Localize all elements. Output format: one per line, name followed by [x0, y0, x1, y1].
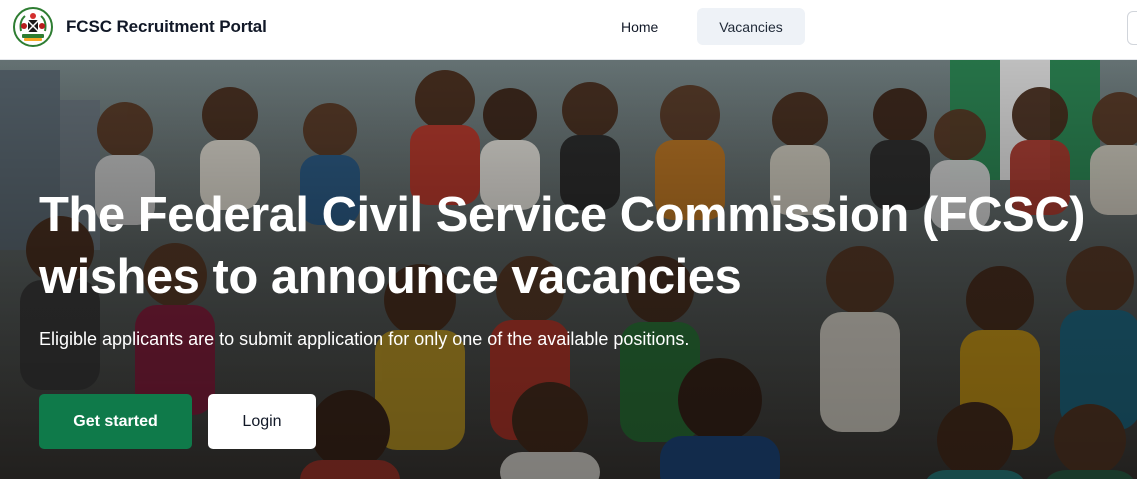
coat-of-arms-logo-icon[interactable]	[13, 7, 53, 47]
login-button[interactable]: Login	[208, 394, 316, 449]
hero-section: The Federal Civil Service Commission (FC…	[0, 60, 1137, 479]
nav-home-link[interactable]: Home	[603, 8, 676, 45]
hero-headline: The Federal Civil Service Commission (FC…	[39, 184, 1099, 308]
portal-title[interactable]: FCSC Recruitment Portal	[66, 17, 267, 37]
hero-subtext: Eligible applicants are to submit applic…	[39, 329, 690, 349]
hero-headline-line-1: The Federal Civil Service Commission (FC…	[39, 188, 1085, 242]
get-started-button[interactable]: Get started	[39, 394, 192, 449]
header-action-button[interactable]	[1127, 11, 1137, 45]
nav-vacancies-link[interactable]: Vacancies	[697, 8, 805, 45]
hero-headline-line-2: wishes to announce vacancies	[39, 250, 742, 304]
top-navbar: FCSC Recruitment Portal Home Vacancies	[0, 0, 1137, 60]
